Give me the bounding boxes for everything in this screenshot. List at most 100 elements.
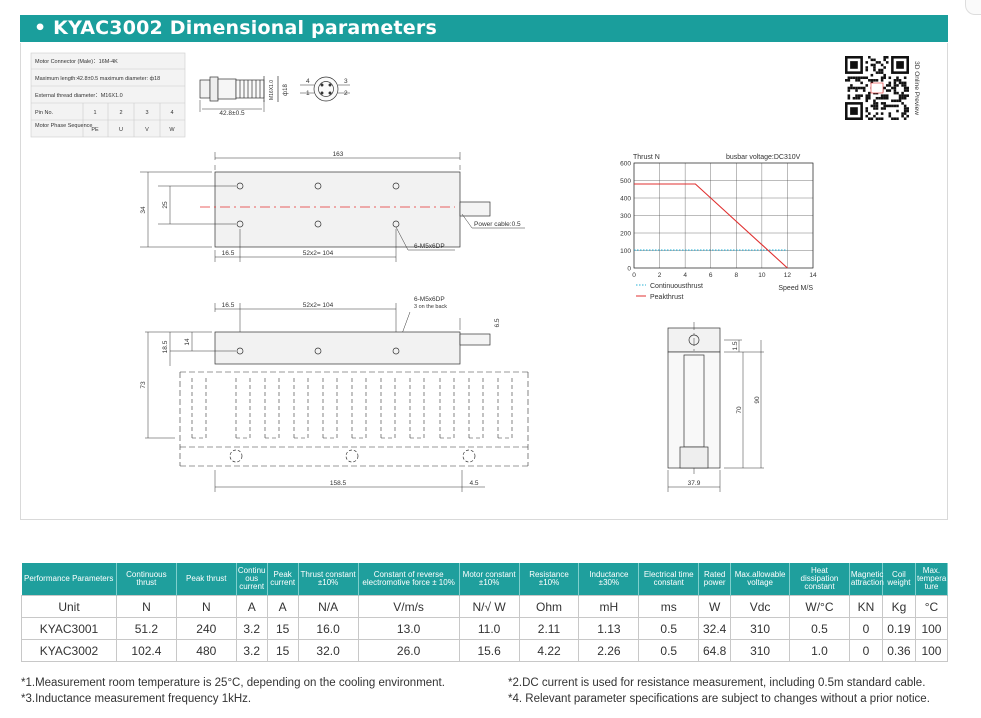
table-header-cell: Rated power [698,563,732,596]
table-cell: 480 [175,639,237,662]
table-cell: 11.0 [458,617,520,640]
table-cell: 4.22 [518,639,580,662]
connector-type: Motor Connector (Male)：16M-4K [35,59,118,65]
table-cell: °C [914,595,949,618]
chart-annotation: busbar voltage:DC310V [726,154,801,161]
legend-peak: Peakthrust [650,294,684,301]
chart-ytick-label: 500 [620,178,631,185]
table-header-cell: Continu ous current [236,563,268,596]
table-cell: 1.0 [789,639,850,662]
phase-label: Motor Phase Sequence [35,123,92,129]
table-cell: 3.2 [235,639,268,662]
table-cell: 13.0 [357,617,460,640]
connector-thread-dim: M16X1.0 [269,80,275,100]
chart-ytick-label: 600 [620,161,631,168]
table-cell: 2.11 [518,617,580,640]
table-cell: 1.13 [578,617,640,640]
table-cell: ms [638,595,700,618]
table-header-cell: Magnetic attraction [849,563,884,596]
connector-max-length: Maximum length:42.8±0.5 maximum diameter… [35,76,160,82]
table-row: Unit N N A A N/A V/m/s N/√ W Ohm mH ms W Vdc W/°C KN Kg… [21,595,949,618]
table-cell: 0.19 [881,617,916,640]
phase-pe: PE [91,127,99,133]
pin-label-2: 2 [344,90,348,97]
note-4: *4. Relevant parameter specifications ar… [508,693,930,705]
table-cell: 15 [266,639,299,662]
table-header-cell: Max. tempera ture [915,563,949,596]
table-cell: Unit [21,595,117,618]
note-2: *2.DC current is used for resistance mea… [508,677,926,689]
front-dim-offset: 16.5 [222,302,235,309]
table-cell: Vdc [730,595,791,618]
table-cell: N/√ W [458,595,520,618]
side-dim-total: 90 [754,396,761,404]
side-dim-top: 1.5 [732,341,739,350]
qr-code[interactable] [845,56,909,120]
front-dim-top: 6.5 [494,318,501,327]
table-cell: 15 [266,617,299,640]
table-header-cell: Heat dissipation constant [789,563,850,596]
side-dim-width: 37.9 [688,480,701,487]
table-cell: 3.2 [235,617,268,640]
table-header-cell: Electrical time constant [638,563,700,596]
pin-3: 3 [145,110,148,116]
front-view-drawing [145,303,529,492]
chart-ytick-label: 400 [620,196,631,203]
table-cell: 100 [914,617,949,640]
table-header-row: Performance Parameters Continuous thrust P… [21,563,949,596]
table-cell: 100 [914,639,949,662]
thrust-speed-chart: Thrust N busbar voltage:DC310V Speed M/S… [620,154,817,301]
chart-ylabel: Thrust N [633,154,660,161]
notes-right: *2.DC current is used for resistance mea… [508,675,930,707]
table-body: Unit N N A A N/A V/m/s N/√ W Ohm mH ms W Vdc W/°C KN Kg… [21,595,949,662]
table-header-cell: Inductance ±30% [578,563,640,596]
chart-xtick-label: 4 [683,272,687,279]
table-cell: V/m/s [357,595,460,618]
connector-spec-table: Motor Connector (Male)：16M-4K Maximum le… [30,52,186,138]
table-row: KYAC3002 102.4 480 3.2 15 32.0 26.0 15.6 4.22 2.2… [21,639,949,662]
table-cell: 32.4 [698,617,732,640]
table-cell: Kg [881,595,916,618]
notes-left: *1.Measurement room temperature is 25°C,… [21,675,445,707]
top-holes-spec: 6-M5x6DP [414,243,445,250]
table-cell: 240 [175,617,237,640]
connector-thread: External thread diameter：M16X1.0 [35,93,123,99]
chart-xtick-label: 12 [784,272,792,279]
top-dim-hole-spacing: 25 [162,201,169,209]
chart-ytick-label: 0 [627,266,631,273]
power-cable-label: Power cable:0.5 [474,221,521,228]
table-cell: 32.0 [297,639,359,662]
table-header-cell: Performance Parameters [21,563,117,596]
table-cell: W/°C [789,595,850,618]
table-header-cell: Resistance ±10% [519,563,580,596]
chart-ytick-label: 300 [620,213,631,220]
phase-w: W [169,127,175,133]
table-header-cell: Thrust constant ±10% [298,563,359,596]
front-dim-hole-height: 14 [184,338,191,346]
front-dim-pitch: 52x2= 104 [303,302,334,309]
front-dim-end: 4.5 [469,480,478,487]
table-cell: 51.2 [115,617,177,640]
table-cell: 310 [730,639,791,662]
table-cell: A [266,595,299,618]
table-header-cell: Motor constant ±10% [459,563,520,596]
table-cell: KYAC3002 [21,639,117,662]
table-header-cell: Constant of reverse electromotive force … [358,563,460,596]
top-dim-offset: 16.5 [222,250,235,257]
table-cell: 0 [848,617,883,640]
chart-ytick-label: 200 [620,231,631,238]
chart-xtick-label: 10 [758,272,766,279]
spec-table: Performance Parameters Continuous thrust P… [21,563,949,662]
chart-xtick-label: 0 [632,272,636,279]
front-dim-height: 73 [140,381,147,389]
table-cell: KN [848,595,883,618]
chart-xtick-label: 6 [709,272,713,279]
table-cell: 16.0 [297,617,359,640]
table-cell: 0.5 [638,639,700,662]
pin-label-1: 1 [306,90,310,97]
table-header-cell: Max.allowable voltage [730,563,791,596]
connector-length-dim: 42.8±0.5 [219,110,245,117]
pin-label-3: 3 [344,78,348,85]
top-dim-length: 163 [333,151,344,158]
table-cell: N [115,595,177,618]
